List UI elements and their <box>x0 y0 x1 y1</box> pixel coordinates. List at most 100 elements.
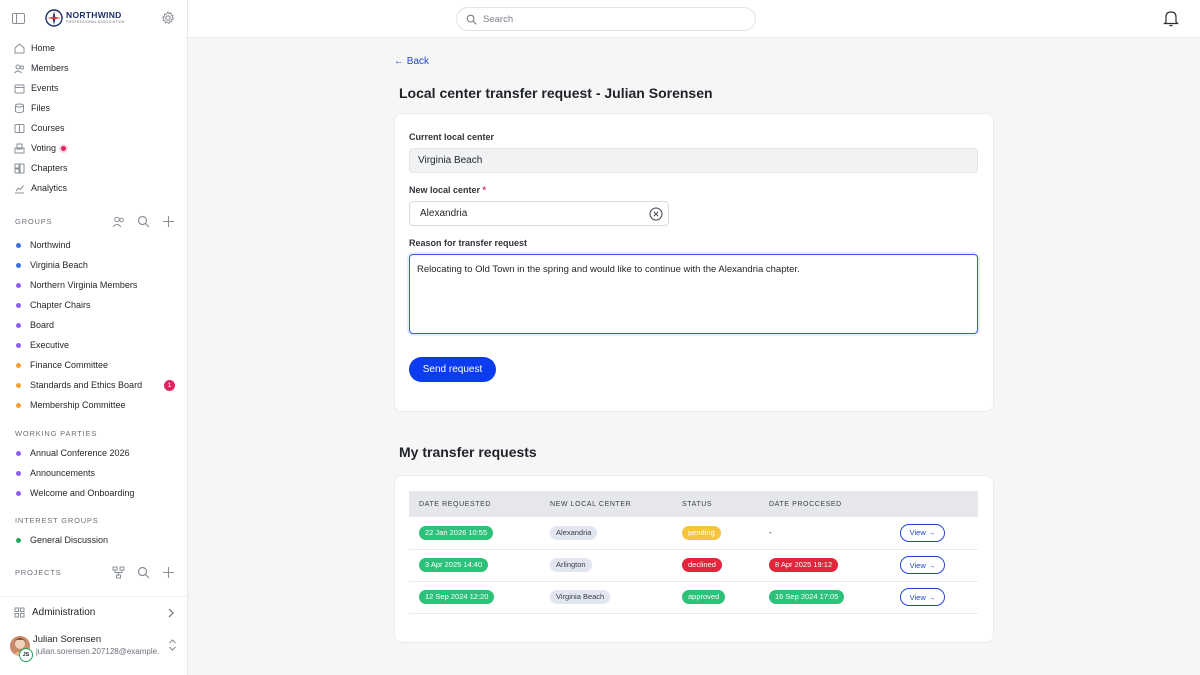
view-button[interactable]: View → <box>900 588 945 606</box>
required-mark: * <box>482 185 487 195</box>
group-dot <box>16 262 21 268</box>
administration-item[interactable]: Administration <box>0 596 187 628</box>
members-icon <box>14 63 25 74</box>
group-label: Virginia Beach <box>30 260 88 270</box>
group-item[interactable]: Northwind <box>0 235 187 255</box>
date-requested-pill: 12 Sep 2024 12:20 <box>419 590 495 604</box>
nav-item-home[interactable]: Home <box>0 38 187 58</box>
current-center-field: Virginia Beach <box>409 148 978 173</box>
group-label: Annual Conference 2026 <box>30 448 130 458</box>
group-item[interactable]: Virginia Beach <box>0 255 187 275</box>
sidebar-toggle-icon[interactable] <box>12 13 25 24</box>
view-button[interactable]: View → <box>900 556 945 574</box>
brand-logo-icon <box>45 9 63 27</box>
group-label: Northwind <box>30 240 71 250</box>
nav-label: Events <box>31 83 59 93</box>
calendar-icon <box>14 83 25 94</box>
center-pill: Virginia Beach <box>550 590 611 604</box>
group-item[interactable]: Executive <box>0 335 187 355</box>
groups-section: GROUPS Northwind Virginia Beach Northern… <box>0 211 187 415</box>
group-dot <box>16 490 21 496</box>
group-label: Welcome and Onboarding <box>30 488 135 498</box>
group-dot <box>16 342 21 348</box>
members-icon[interactable] <box>112 215 125 228</box>
search-icon[interactable] <box>137 215 150 228</box>
search-placeholder: Search <box>483 13 514 25</box>
group-item[interactable]: Membership Committee <box>0 395 187 415</box>
group-label: Announcements <box>30 468 96 478</box>
group-item[interactable]: General Discussion <box>0 530 187 550</box>
group-label: Northern Virginia Members <box>30 280 138 290</box>
column-header: STATUS <box>672 491 759 517</box>
plus-icon[interactable] <box>162 566 175 579</box>
group-dot <box>16 450 21 456</box>
back-link[interactable]: ← Back <box>394 56 429 67</box>
reason-label: Reason for transfer request <box>409 238 528 248</box>
chart-icon <box>14 183 25 194</box>
search-icon <box>466 14 477 25</box>
nav-label: Files <box>31 103 51 113</box>
chapters-icon <box>14 163 25 174</box>
table-row: 12 Sep 2024 12:20 Virginia Beach approve… <box>409 581 978 614</box>
group-label: Board <box>30 320 55 330</box>
column-header <box>890 491 978 517</box>
new-center-cell: Arlington <box>540 549 672 582</box>
group-item[interactable]: Welcome and Onboarding <box>0 483 187 503</box>
group-dot <box>16 302 21 308</box>
book-icon <box>14 123 25 134</box>
group-label: Standards and Ethics Board <box>30 380 143 390</box>
nav-item-courses[interactable]: Courses <box>0 118 187 138</box>
group-label: Membership Committee <box>30 400 126 410</box>
center-pill: Alexandria <box>550 526 598 540</box>
nav-item-voting[interactable]: Voting <box>0 138 187 158</box>
bell-icon[interactable] <box>1163 10 1179 27</box>
send-request-button[interactable]: Send request <box>409 357 496 382</box>
hierarchy-icon[interactable] <box>112 566 125 579</box>
user-profile[interactable]: JS Julian Sorensen julian.sorensen.20712… <box>0 628 187 668</box>
date-processed-pill: 8 Apr 2025 19:12 <box>769 558 839 572</box>
group-item[interactable]: Announcements <box>0 463 187 483</box>
nav-item-chapters[interactable]: Chapters <box>0 158 187 178</box>
group-dot <box>16 242 21 248</box>
group-item[interactable]: Annual Conference 2026 <box>0 443 187 463</box>
administration-label: Administration <box>32 607 96 618</box>
table-header-row: DATE REQUESTED NEW LOCAL CENTER STATUS D… <box>409 491 978 517</box>
view-button[interactable]: View → <box>900 523 945 542</box>
nav-item-members[interactable]: Members <box>0 58 187 78</box>
new-center-cell: Alexandria <box>540 517 672 550</box>
nav-label: Chapters <box>31 163 68 173</box>
group-item[interactable]: Chapter Chairs <box>0 295 187 315</box>
date-requested-pill: 22 Jan 2026 10:55 <box>419 526 494 540</box>
group-item[interactable]: Finance Committee <box>0 355 187 375</box>
nav-item-events[interactable]: Events <box>0 78 187 98</box>
group-item[interactable]: Board <box>0 315 187 335</box>
gear-icon[interactable] <box>161 11 175 25</box>
group-item[interactable]: Northern Virginia Members <box>0 275 187 295</box>
nav-item-files[interactable]: Files <box>0 98 187 118</box>
nav-label: Voting <box>31 143 57 153</box>
clear-icon[interactable] <box>649 207 663 221</box>
main-nav: Home Members Events Files Courses Voting… <box>0 38 187 198</box>
grid-icon <box>14 607 25 618</box>
new-center-select[interactable]: Alexandria <box>409 201 669 226</box>
search-input[interactable]: Search <box>456 7 756 31</box>
sidebar-header: NORTHWIND PROFESSIONAL ASSOCIATION <box>12 8 175 30</box>
voting-alert-dot <box>61 145 67 151</box>
date-processed-cell: 16 Sep 2024 17:05 <box>759 581 890 614</box>
reason-textarea[interactable]: Relocating to Old Town in the spring and… <box>409 254 978 334</box>
group-dot <box>16 537 21 543</box>
nav-item-analytics[interactable]: Analytics <box>0 178 187 198</box>
interest-groups-label: INTEREST GROUPS <box>15 515 99 525</box>
new-center-label-text: New local center <box>409 185 481 195</box>
sidebar: NORTHWIND PROFESSIONAL ASSOCIATION Home … <box>0 0 188 675</box>
action-cell: View → <box>890 581 978 614</box>
group-item[interactable]: Standards and Ethics Board 1 <box>0 375 187 395</box>
brand-tagline: PROFESSIONAL ASSOCIATION <box>66 20 125 24</box>
groups-tools <box>112 215 175 228</box>
transfer-requests-title: My transfer requests <box>399 444 537 460</box>
plus-icon[interactable] <box>162 215 175 228</box>
current-center-value: Virginia Beach <box>418 155 483 166</box>
status-badge: declined <box>682 558 722 572</box>
search-icon[interactable] <box>137 566 150 579</box>
home-icon <box>14 42 25 54</box>
